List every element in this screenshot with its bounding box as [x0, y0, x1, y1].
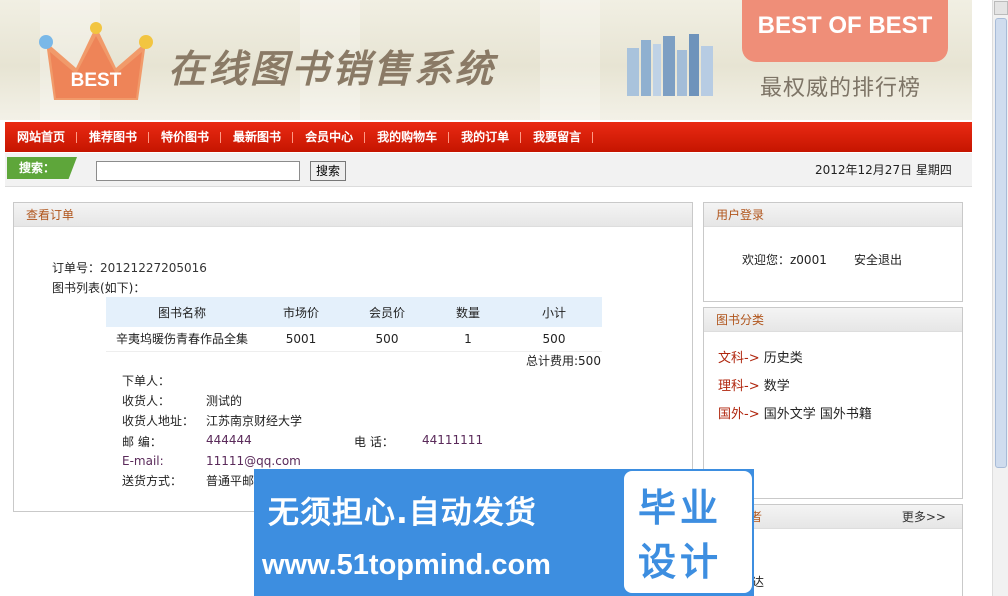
receiver-value: 测试的	[206, 394, 243, 408]
nav-new[interactable]: 最新图书	[221, 122, 294, 152]
total-label: 总计费用:	[526, 354, 579, 368]
shipping-value: 普通平邮	[206, 474, 255, 488]
best-of-best-badge: BEST OF BEST	[742, 0, 948, 62]
nav-recommended[interactable]: 推荐图书	[77, 122, 150, 152]
book-list-label: 图书列表(如下)：	[52, 281, 146, 295]
watermark-ad: 无须担心.自动发货 www.51topmind.com 毕业 设计	[254, 469, 754, 596]
address-value: 江苏南京财经大学	[206, 414, 303, 428]
order-table: 图书名称 市场价 会员价 数量 小计 辛夷坞暖伤青春作品全集 5001 500 …	[106, 297, 602, 352]
page: BEST 在线图书销售系统 BEST OF BEST 最权威的排行榜 网站首页推…	[0, 0, 1008, 596]
vertical-scrollbar[interactable]	[992, 0, 1008, 596]
col-subtotal: 小计	[506, 297, 602, 327]
buyer-label: 下单人：	[122, 374, 171, 388]
login-panel-title: 用户登录	[704, 203, 962, 227]
category-foreign[interactable]: 国外->	[718, 407, 760, 422]
category-row-science: 理科-> 数学	[718, 375, 790, 394]
nav-orders[interactable]: 我的订单	[449, 122, 522, 152]
header-banner: BEST 在线图书销售系统 BEST OF BEST 最权威的排行榜	[0, 0, 972, 120]
nav-special[interactable]: 特价图书	[149, 122, 222, 152]
zip-value: 444444	[206, 433, 252, 447]
total-value: 500	[578, 354, 601, 368]
email-label: E-mail:	[122, 454, 164, 468]
order-number: 20121227205016	[100, 261, 207, 275]
nav-message[interactable]: 我要留言	[521, 122, 594, 152]
col-book-name: 图书名称	[106, 297, 258, 327]
main-area: BEST 在线图书销售系统 BEST OF BEST 最权威的排行榜 网站首页推…	[0, 0, 972, 596]
order-panel: 查看订单 订单号：20121227205016 图书列表(如下)： 图书名称 市…	[13, 202, 693, 512]
main-nav: 网站首页 推荐图书 特价图书 最新图书 会员中心 我的购物车 我的订单 我要留言	[5, 122, 972, 152]
col-member-price: 会员价	[344, 297, 430, 327]
category-row-arts: 文科-> 历史类	[718, 347, 803, 366]
banner-slogan: 最权威的排行榜	[760, 76, 922, 101]
receiver-label: 收货人：	[122, 394, 171, 408]
cell-subtotal: 500	[506, 327, 602, 352]
search-button[interactable]: 搜索	[310, 161, 346, 181]
order-total-row: 总计费用:500	[526, 352, 601, 369]
login-panel: 用户登录 欢迎您：z0001 安全退出	[703, 202, 963, 302]
site-title: 在线图书销售系统	[168, 46, 497, 91]
address-label: 收货人地址：	[122, 414, 195, 428]
ad-badge-line1: 毕业	[638, 486, 723, 530]
cell-market-price: 5001	[258, 327, 344, 352]
cell-quantity: 1	[430, 327, 506, 352]
search-bar: 搜索： 搜索 2012年12月27日 星期四	[5, 153, 972, 187]
current-date: 2012年12月27日 星期四	[815, 163, 952, 177]
category-panel-title: 图书分类	[704, 308, 962, 332]
ad-url: www.51topmind.com	[262, 549, 551, 581]
order-number-row: 订单号：20121227205016	[52, 259, 207, 276]
ad-slogan: 无须担心.自动发货	[268, 495, 537, 531]
more-link[interactable]: 更多>>	[902, 505, 946, 529]
ad-badge: 毕业 设计	[624, 471, 752, 593]
category-science[interactable]: 理科->	[718, 379, 760, 394]
nav-cart[interactable]: 我的购物车	[365, 122, 450, 152]
logo-text: BEST	[71, 70, 122, 91]
phone-label: 电 话：	[354, 435, 394, 449]
scroll-thumb[interactable]	[995, 18, 1007, 468]
logout-link[interactable]: 安全退出	[854, 251, 902, 268]
ad-badge-line2: 设计	[638, 540, 723, 584]
subcategory-math[interactable]: 数学	[764, 379, 790, 394]
cell-member-price: 500	[344, 327, 430, 352]
cell-book-name: 辛夷坞暖伤青春作品全集	[106, 327, 258, 352]
search-label: 搜索：	[7, 157, 77, 179]
category-arts[interactable]: 文科->	[718, 351, 760, 366]
scroll-up-arrow-icon[interactable]	[994, 1, 1008, 15]
table-row: 辛夷坞暖伤青春作品全集 5001 500 1 500	[106, 327, 602, 352]
nav-home[interactable]: 网站首页	[5, 122, 78, 152]
welcome-text: 欢迎您：z0001	[742, 253, 827, 267]
books-icon	[627, 34, 713, 96]
subcategory-foreign[interactable]: 国外文学 国外书籍	[764, 407, 872, 422]
crown-logo: BEST	[39, 22, 153, 100]
search-input[interactable]	[96, 161, 300, 181]
category-row-foreign: 国外-> 国外文学 国外书籍	[718, 403, 872, 422]
order-number-label: 订单号：	[52, 261, 101, 275]
table-header-row: 图书名称 市场价 会员价 数量 小计	[106, 297, 602, 327]
shipping-label: 送货方式：	[122, 474, 183, 488]
col-market-price: 市场价	[258, 297, 344, 327]
col-quantity: 数量	[430, 297, 506, 327]
banner-stripe	[540, 0, 600, 120]
subcategory-history[interactable]: 历史类	[764, 351, 803, 366]
nav-member[interactable]: 会员中心	[293, 122, 366, 152]
email-value: 11111@qq.com	[206, 454, 301, 468]
zip-label: 邮 编：	[122, 435, 162, 449]
order-panel-title: 查看订单	[14, 203, 692, 227]
phone-value: 44111111	[422, 433, 484, 447]
